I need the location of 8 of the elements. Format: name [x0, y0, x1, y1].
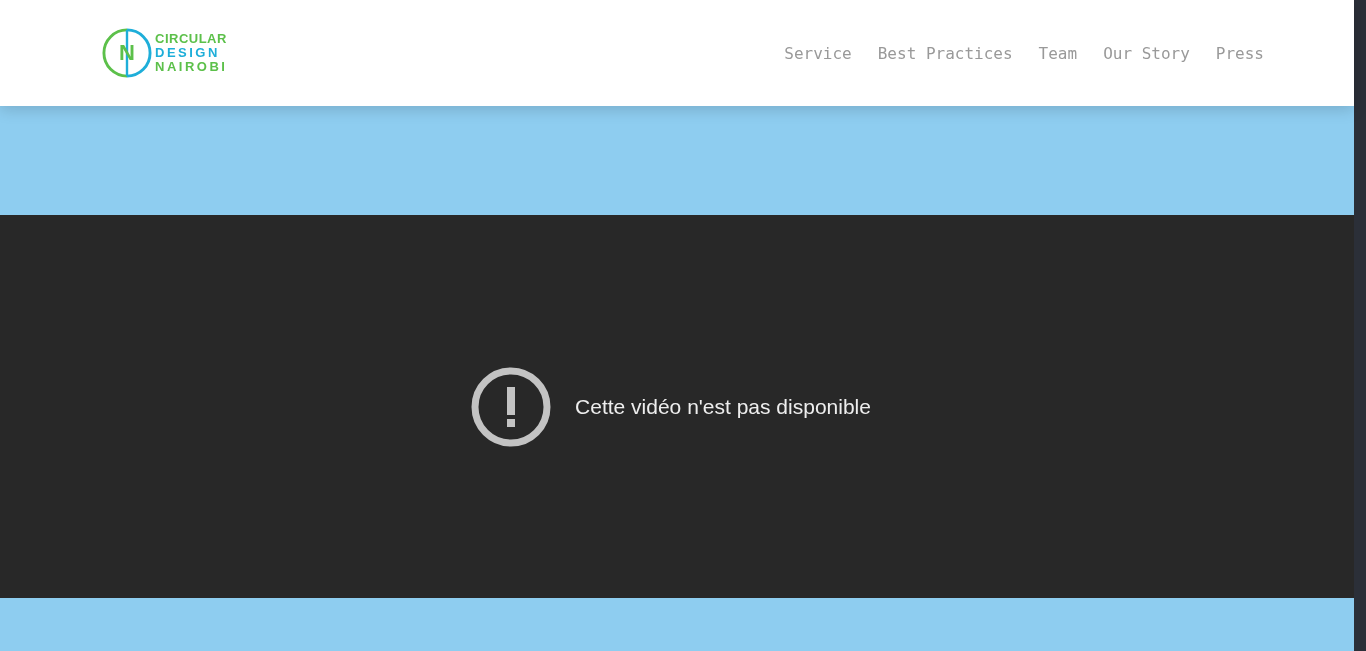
video-error-message: Cette vidéo n'est pas disponible	[575, 394, 871, 419]
nav-link[interactable]: Best Practices	[877, 43, 1013, 63]
nav-link[interactable]: Team	[1038, 43, 1078, 63]
warning-icon	[471, 366, 552, 447]
nav-link[interactable]: Our Story	[1103, 43, 1190, 63]
nav-link[interactable]: Service	[784, 43, 852, 63]
scrollbar[interactable]	[1354, 0, 1366, 651]
nav-link[interactable]: Press	[1215, 43, 1264, 63]
